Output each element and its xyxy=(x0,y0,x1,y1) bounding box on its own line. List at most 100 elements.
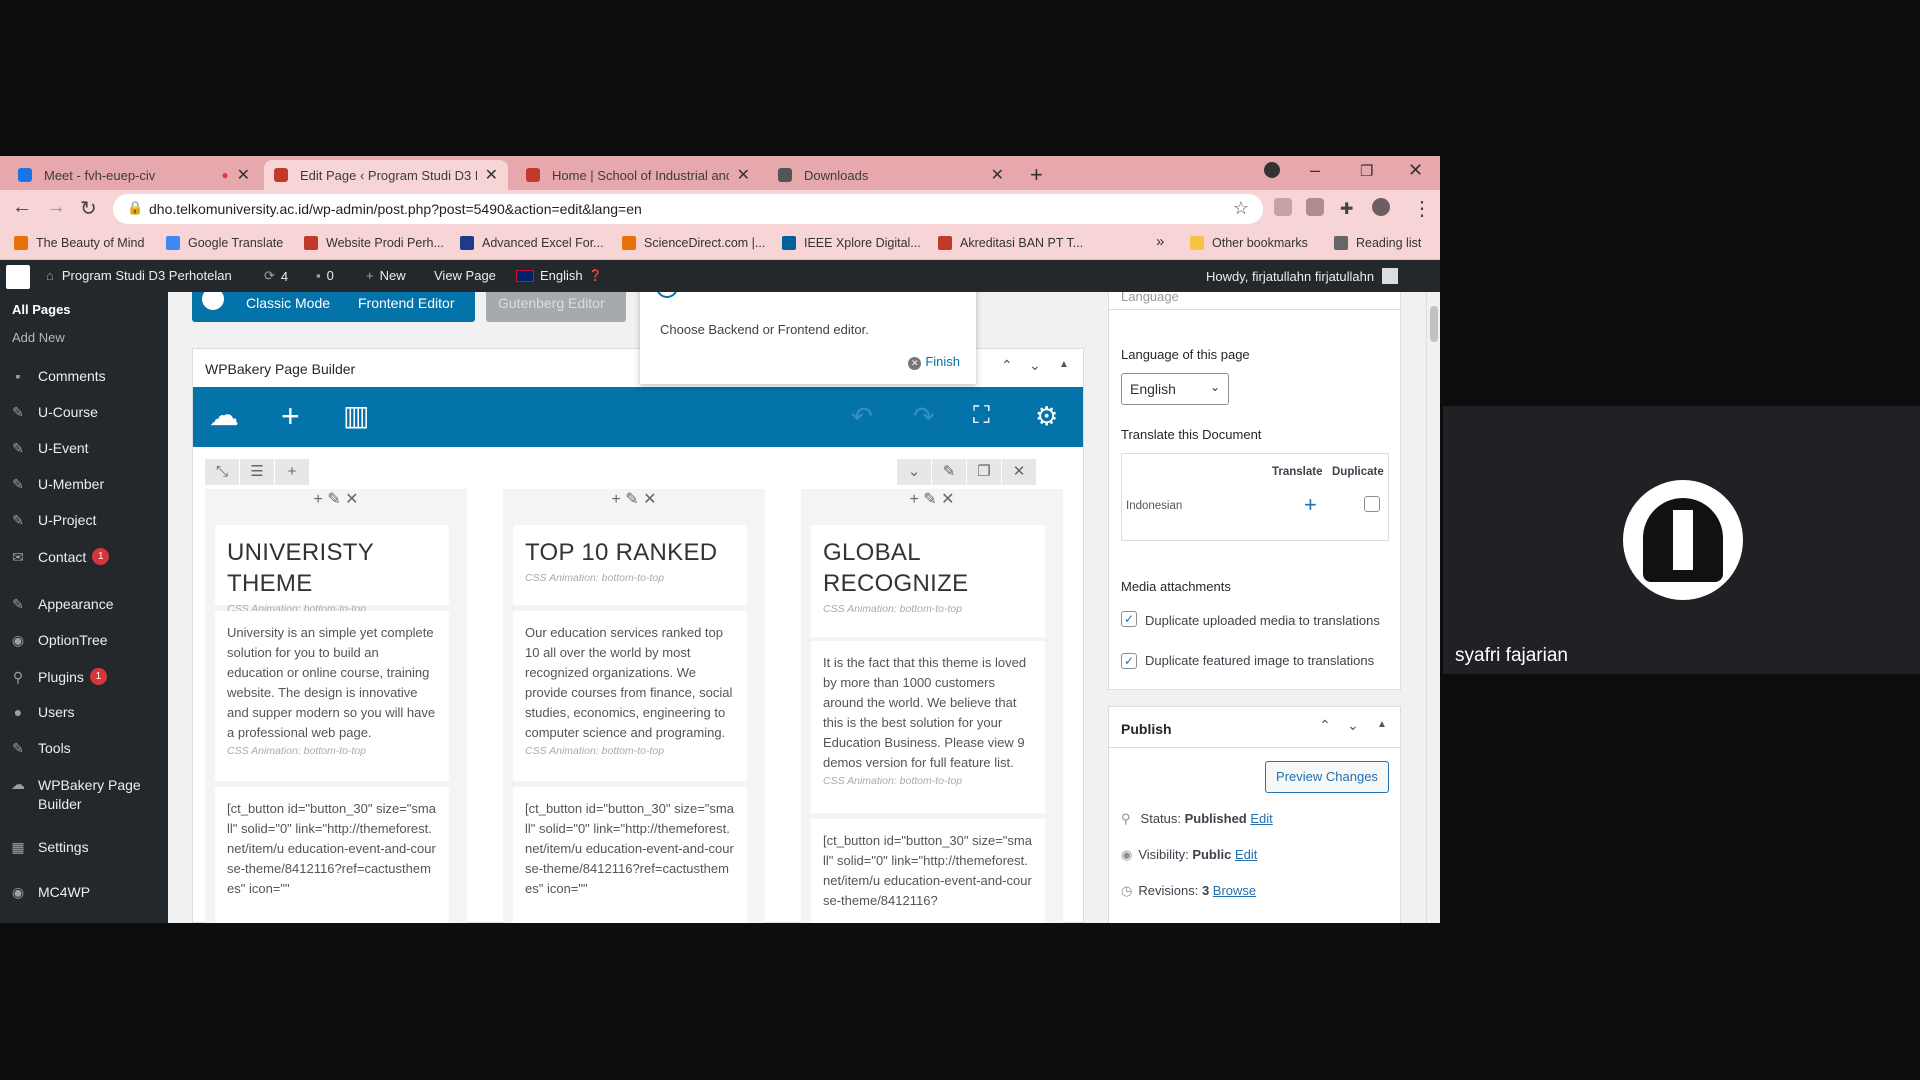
restore-icon[interactable]: ❐ xyxy=(1360,162,1373,180)
drag-row-icon[interactable]: ⤡ xyxy=(205,459,239,485)
heading-element[interactable]: GLOBAL RECOGNIZE CSS Animation: bottom-t… xyxy=(811,525,1045,637)
frontend-editor-button[interactable]: Frontend Editor xyxy=(358,292,455,318)
finish-button[interactable]: ✕ Finish xyxy=(908,354,960,370)
tab-home-school[interactable]: Home | School of Industrial and ✕ xyxy=(516,160,760,190)
sidebar-item-appearance[interactable]: ✎ Appearance xyxy=(10,596,113,612)
code-element[interactable]: [ct_button id="button_30" size="small" s… xyxy=(513,787,747,923)
updates-link[interactable]: ⟳ 4 xyxy=(264,268,288,284)
move-down-icon[interactable]: ⌄ xyxy=(1029,357,1041,374)
sidebar-item-mc4wp[interactable]: ◉ MC4WP xyxy=(10,884,90,900)
sidebar-item-plugins[interactable]: ⚲ Plugins 1 xyxy=(10,668,107,685)
preview-changes-button[interactable]: Preview Changes xyxy=(1265,761,1389,793)
extension-icon[interactable] xyxy=(1306,198,1324,216)
tab-downloads[interactable]: Downloads ✕ xyxy=(768,160,1014,190)
browse-revisions-link[interactable]: Browse xyxy=(1213,883,1256,898)
add-translation-icon[interactable]: + xyxy=(1304,492,1317,518)
close-tab-icon[interactable]: ✕ xyxy=(485,165,498,185)
bookmark-star-icon[interactable]: ☆ xyxy=(1233,198,1249,219)
howdy-user[interactable]: Howdy, firjatullahn firjatullahn xyxy=(1206,268,1399,284)
bookmarks-overflow[interactable]: » xyxy=(1156,233,1164,250)
code-element[interactable]: [ct_button id="button_30" size="small" s… xyxy=(811,819,1045,923)
row-dropdown-icon[interactable]: ⌄ xyxy=(897,459,931,485)
extension-icon[interactable] xyxy=(1274,198,1292,216)
sidebar-item-add-new[interactable]: Add New xyxy=(12,330,65,345)
edit-visibility-link[interactable]: Edit xyxy=(1235,847,1257,862)
delete-row-icon[interactable]: ✕ xyxy=(1002,459,1036,485)
language-select[interactable]: English ⌄ xyxy=(1121,373,1229,405)
reload-icon[interactable]: ↻ xyxy=(80,196,97,221)
comments-link[interactable]: ▪ 0 xyxy=(316,268,334,283)
bookmark-item[interactable]: Akreditasi BAN PT T... xyxy=(938,236,1083,250)
column-controls[interactable]: + ✎ ✕ xyxy=(503,489,765,509)
bookmark-item[interactable]: Google Translate xyxy=(166,236,283,250)
clone-row-icon[interactable]: ❐ xyxy=(967,459,1001,485)
fullscreen-icon[interactable]: ⛶ xyxy=(973,401,990,431)
sidebar-item-all-pages[interactable]: All Pages xyxy=(12,302,71,317)
move-up-icon[interactable]: ⌃ xyxy=(1319,717,1331,734)
new-content-link[interactable]: + New xyxy=(366,268,406,283)
menu-icon[interactable]: ⋮ xyxy=(1412,196,1432,221)
close-tab-icon[interactable]: ✕ xyxy=(991,165,1004,185)
sidebar-item-wpbakery[interactable]: ☁ WPBakery Page Builder xyxy=(10,776,141,814)
templates-icon[interactable]: ▥ xyxy=(343,401,369,431)
classic-mode-button[interactable]: Classic Mode xyxy=(246,292,330,318)
bookmark-item[interactable]: The Beauty of Mind xyxy=(14,236,144,250)
heading-element[interactable]: UNIVERISTY THEME CSS Animation: bottom-t… xyxy=(215,525,449,615)
close-tab-icon[interactable]: ✕ xyxy=(737,165,750,185)
site-name-link[interactable]: ⌂ Program Studi D3 Perhotelan xyxy=(46,268,232,283)
undo-icon[interactable]: ↶ xyxy=(851,401,873,431)
add-element-icon[interactable]: + xyxy=(281,400,300,432)
back-icon[interactable]: ← xyxy=(12,196,32,219)
edit-status-link[interactable]: Edit xyxy=(1250,811,1272,826)
sidebar-item-u-member[interactable]: ✎ U-Member xyxy=(10,476,104,492)
bookmark-item[interactable]: Advanced Excel For... xyxy=(460,236,604,250)
language-switcher[interactable]: English ❓ xyxy=(516,268,602,283)
edit-row-icon[interactable]: ✎ xyxy=(932,459,966,485)
scrollbar-thumb[interactable] xyxy=(1430,306,1438,342)
tab-meet[interactable]: Meet - fvh-euep-civ ● ✕ xyxy=(8,160,260,190)
sidebar-item-optiontree[interactable]: ◉ OptionTree xyxy=(10,632,108,648)
view-page-link[interactable]: View Page xyxy=(434,268,496,283)
other-bookmarks[interactable]: Other bookmarks xyxy=(1190,236,1308,250)
duplicate-featured-checkbox[interactable]: ✓ xyxy=(1121,653,1137,669)
toggle-panel-icon[interactable]: ▲ xyxy=(1377,719,1387,730)
text-element[interactable]: Our education services ranked top 10 all… xyxy=(513,611,747,781)
duplicate-checkbox[interactable] xyxy=(1364,496,1380,512)
row-layout-icon[interactable]: ☰ xyxy=(240,459,274,485)
minimize-icon[interactable]: – xyxy=(1310,160,1320,181)
sidebar-item-comments[interactable]: ▪ Comments xyxy=(10,368,106,384)
wpbakery-logo-icon[interactable]: ☁ xyxy=(209,401,239,431)
close-tab-icon[interactable]: ✕ xyxy=(237,165,250,185)
sidebar-item-u-project[interactable]: ✎ U-Project xyxy=(10,512,96,528)
forward-icon[interactable]: → xyxy=(46,196,66,219)
bookmark-item[interactable]: IEEE Xplore Digital... xyxy=(782,236,921,250)
url-bar[interactable]: 🔒 dho.telkomuniversity.ac.id/wp-admin/po… xyxy=(113,194,1263,224)
reading-list[interactable]: Reading list xyxy=(1334,236,1421,250)
code-element[interactable]: [ct_button id="button_30" size="small" s… xyxy=(215,787,449,923)
close-window-icon[interactable]: ✕ xyxy=(1408,160,1423,181)
page-scrollbar[interactable] xyxy=(1426,292,1440,923)
sidebar-item-settings[interactable]: ▦ Settings xyxy=(10,839,88,855)
sidebar-item-u-event[interactable]: ✎ U-Event xyxy=(10,440,88,456)
add-column-icon[interactable]: + xyxy=(275,459,309,485)
sidebar-item-users[interactable]: ● Users xyxy=(10,704,75,720)
new-tab-button[interactable]: + xyxy=(1030,162,1043,188)
move-up-icon[interactable]: ⌃ xyxy=(1001,357,1013,374)
tab-edit-page[interactable]: Edit Page ‹ Program Studi D3 Pe ✕ xyxy=(264,160,508,190)
redo-icon[interactable]: ↷ xyxy=(913,401,935,431)
sidebar-item-u-course[interactable]: ✎ U-Course xyxy=(10,404,98,420)
site-logo-icon[interactable] xyxy=(6,265,30,289)
avatar[interactable] xyxy=(1372,198,1390,216)
column-controls[interactable]: + ✎ ✕ xyxy=(801,489,1063,509)
sidebar-item-contact[interactable]: ✉ Contact 1 xyxy=(10,548,110,565)
move-down-icon[interactable]: ⌄ xyxy=(1347,717,1359,734)
column-controls[interactable]: + ✎ ✕ xyxy=(205,489,467,509)
toggle-panel-icon[interactable]: ▲ xyxy=(1059,359,1069,370)
text-element[interactable]: It is the fact that this theme is loved … xyxy=(811,641,1045,813)
settings-gear-icon[interactable]: ⚙ xyxy=(1035,401,1058,431)
bookmark-item[interactable]: ScienceDirect.com |... xyxy=(622,236,765,250)
bookmark-item[interactable]: Website Prodi Perh... xyxy=(304,236,444,250)
gutenberg-editor-button[interactable]: Gutenberg Editor xyxy=(498,292,605,318)
text-element[interactable]: University is an simple yet complete sol… xyxy=(215,611,449,781)
profile-icon[interactable] xyxy=(1264,162,1280,178)
